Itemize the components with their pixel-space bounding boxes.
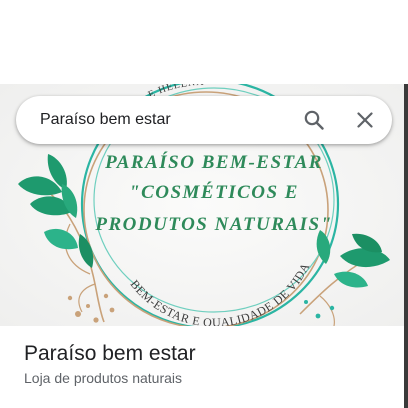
place-category: Loja de produtos naturais bbox=[24, 370, 182, 386]
search-icon bbox=[304, 110, 324, 130]
search-input[interactable] bbox=[40, 96, 290, 144]
place-title[interactable]: Paraíso bem estar bbox=[24, 342, 196, 366]
logo-line-2: "COSMÉTICOS E bbox=[129, 181, 299, 203]
search-button[interactable] bbox=[298, 104, 330, 136]
maps-place-view: E HELENA BEM-ESTAR E QUALIDADE DE VIDA P… bbox=[0, 0, 408, 408]
scrollbar[interactable] bbox=[404, 84, 408, 408]
search-bar[interactable] bbox=[16, 96, 392, 144]
logo-line-3: PRODUTOS NATURAIS" bbox=[94, 214, 332, 235]
logo-line-1: PARAÍSO BEM-ESTAR bbox=[104, 151, 323, 173]
place-info-panel[interactable]: Paraíso bem estar Loja de produtos natur… bbox=[0, 326, 404, 408]
clear-search-button[interactable] bbox=[349, 104, 381, 136]
close-icon bbox=[357, 112, 373, 128]
